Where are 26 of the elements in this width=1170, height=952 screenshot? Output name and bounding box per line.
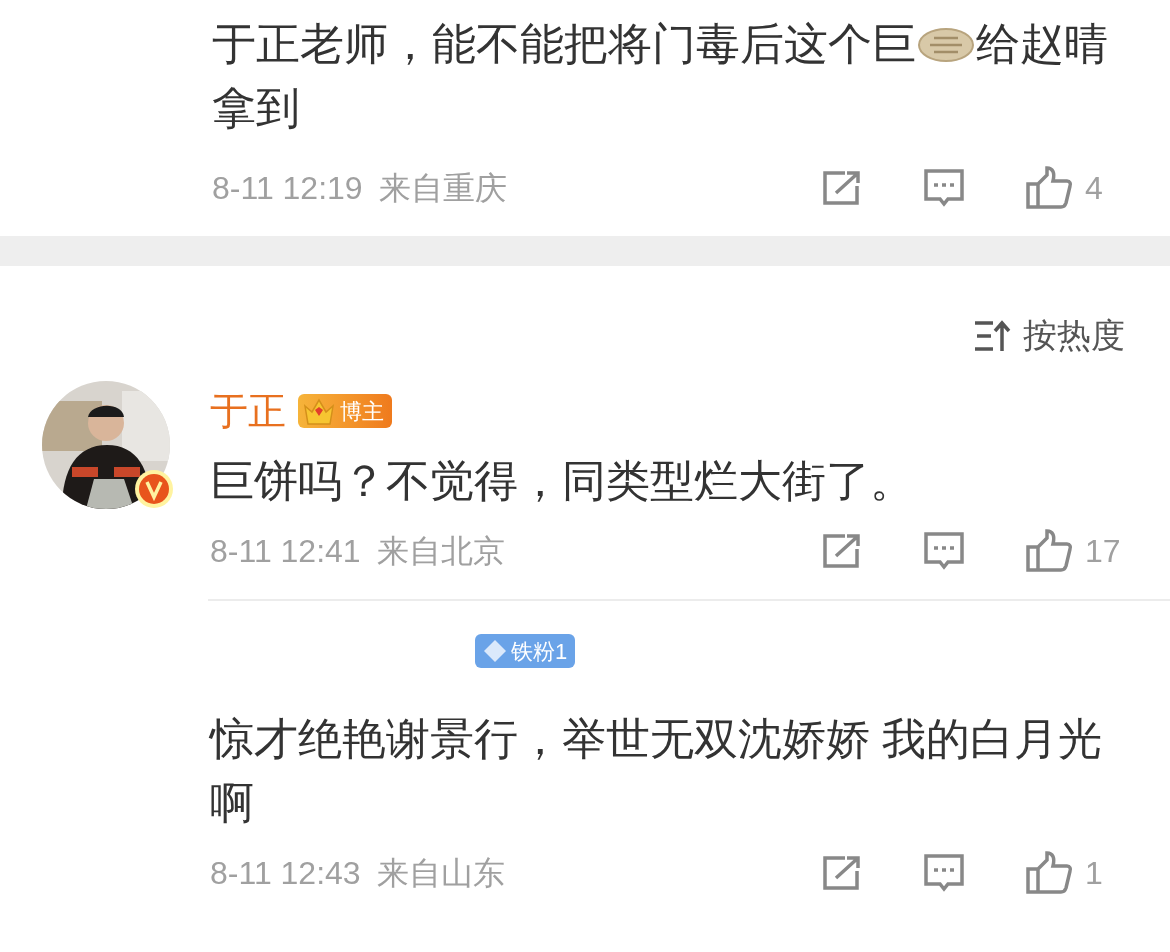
- comment-icon[interactable]: [923, 168, 965, 208]
- sort-icon[interactable]: [973, 318, 1011, 353]
- comment-location: 来自山东: [376, 854, 505, 893]
- like-count: 1: [1085, 854, 1104, 893]
- fan-badge: 铁粉1: [475, 634, 576, 668]
- share-icon[interactable]: [821, 170, 863, 206]
- thumbs-up-icon[interactable]: [1025, 529, 1073, 573]
- comment-icon[interactable]: [923, 853, 965, 893]
- comment-location: 来自北京: [376, 532, 505, 571]
- comment-text: 于正老师，能不能把将门毒后这个巨 给赵晴拿到: [212, 18, 1109, 134]
- blogger-badge: 博主: [298, 394, 392, 428]
- comment-icon[interactable]: [923, 531, 965, 571]
- comment-text: 惊才绝艳谢景行，举世无双沈娇娇 我的白月光啊: [210, 713, 1104, 829]
- comment-text: 巨饼吗？不觉得，同类型烂大街了。: [210, 455, 915, 507]
- thumbs-up-icon[interactable]: [1025, 166, 1073, 210]
- comment-location: 来自重庆: [378, 169, 507, 208]
- share-icon[interactable]: [821, 533, 863, 569]
- pancake-icon: [918, 27, 974, 63]
- thumbs-up-icon[interactable]: [1025, 851, 1073, 895]
- comment-date: 8-11 12:41: [210, 532, 361, 571]
- comment-date: 8-11 12:19: [212, 169, 363, 208]
- like-count: 4: [1085, 169, 1104, 208]
- share-icon[interactable]: [821, 855, 863, 891]
- comment-date: 8-11 12:43: [210, 854, 361, 893]
- like-count: 17: [1085, 532, 1122, 571]
- sort-label[interactable]: 按热度: [1023, 310, 1125, 361]
